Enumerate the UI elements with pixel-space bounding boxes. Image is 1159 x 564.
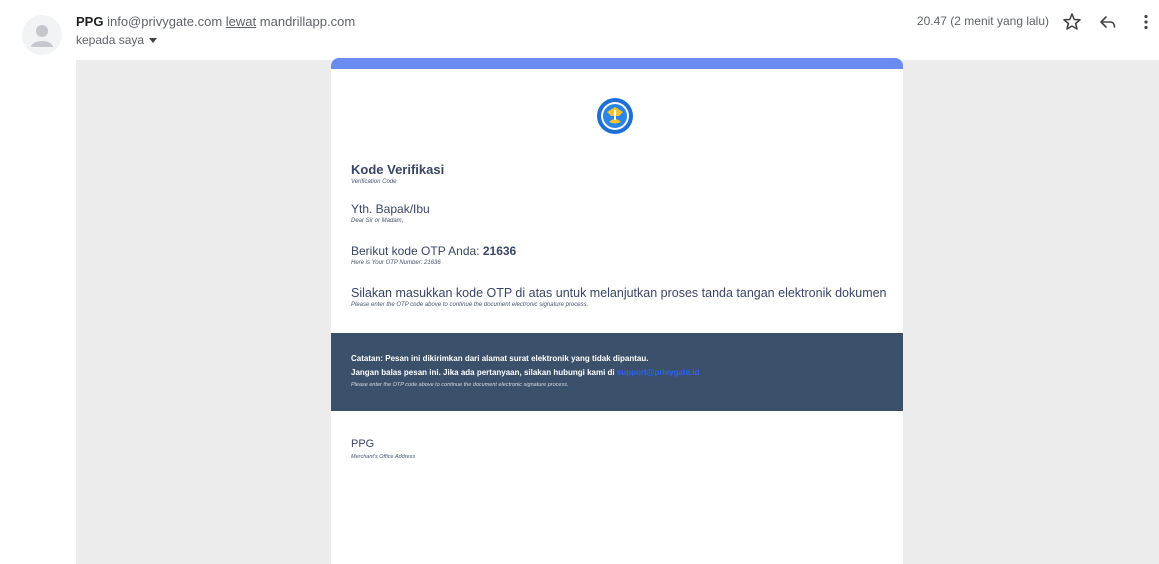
reply-icon — [1100, 16, 1116, 28]
otp-en: Here is Your OTP Number: 21636 — [351, 260, 441, 266]
notice-line-2: Jangan balas pesan ini. Jika ada pertany… — [351, 368, 699, 377]
footer-merchant-address: Merchant's Office Address — [351, 454, 416, 460]
recipient-label: kepada saya — [76, 33, 145, 47]
via-domain: mandrillapp.com — [259, 14, 356, 29]
instruction-id: Silakan masukkan kode OTP di atas untuk … — [351, 286, 887, 300]
title-en: Verification Code — [351, 179, 397, 185]
star-button[interactable] — [1062, 12, 1082, 32]
more-options-button[interactable] — [1136, 12, 1156, 32]
avatar[interactable] — [22, 15, 62, 55]
greeting-section: Yth. Bapak/Ibu Dear Sir or Madam, — [351, 202, 430, 224]
timestamp: 20.47 (2 menit yang lalu) — [916, 14, 1049, 28]
caret-down-icon — [149, 38, 158, 44]
greeting-id: Yth. Bapak/Ibu — [351, 202, 430, 216]
sender-line: PPG info@privygate.com lewat mandrillapp… — [76, 14, 355, 29]
tut-wuri-handayani-logo-icon — [597, 98, 633, 134]
title-section: Kode Verifikasi Verification Code — [351, 162, 444, 185]
notice-en: Please enter the OTP code above to conti… — [351, 382, 569, 388]
notice-box: Catatan: Pesan ini dikirimkan dari alama… — [331, 333, 903, 411]
otp-line: Berikut kode OTP Anda: 21636 — [351, 244, 516, 258]
star-icon — [1063, 13, 1081, 30]
reply-button[interactable] — [1098, 12, 1118, 32]
accent-bar — [331, 58, 903, 69]
otp-prefix: Berikut kode OTP Anda: — [351, 244, 483, 258]
avatar-icon — [31, 25, 53, 47]
email-header: PPG info@privygate.com lewat mandrillapp… — [0, 0, 1159, 60]
email-card: Kode Verifikasi Verification Code Yth. B… — [331, 58, 903, 564]
notice-line-1: Catatan: Pesan ini dikirimkan dari alama… — [351, 354, 649, 363]
sender-email: info@privygate.com — [107, 14, 223, 29]
instruction-en: Please enter the OTP code above to conti… — [351, 302, 589, 308]
sender-name[interactable]: PPG — [76, 14, 103, 29]
greeting-en: Dear Sir or Madam, — [351, 218, 404, 224]
instruction-section: Silakan masukkan kode OTP di atas untuk … — [351, 286, 887, 308]
otp-code: 21636 — [482, 244, 517, 258]
otp-section: Berikut kode OTP Anda: 21636 Here is You… — [351, 244, 516, 266]
support-email-link[interactable]: support@privygate.id — [617, 368, 699, 377]
title-id: Kode Verifikasi — [351, 162, 445, 177]
more-vert-icon — [1144, 14, 1148, 30]
recipient-dropdown[interactable]: kepada saya — [76, 33, 158, 47]
footer-merchant-name: PPG — [351, 438, 375, 450]
via-link[interactable]: lewat — [226, 14, 256, 29]
notice-line-2-text: Jangan balas pesan ini. Jika ada pertany… — [351, 368, 615, 377]
